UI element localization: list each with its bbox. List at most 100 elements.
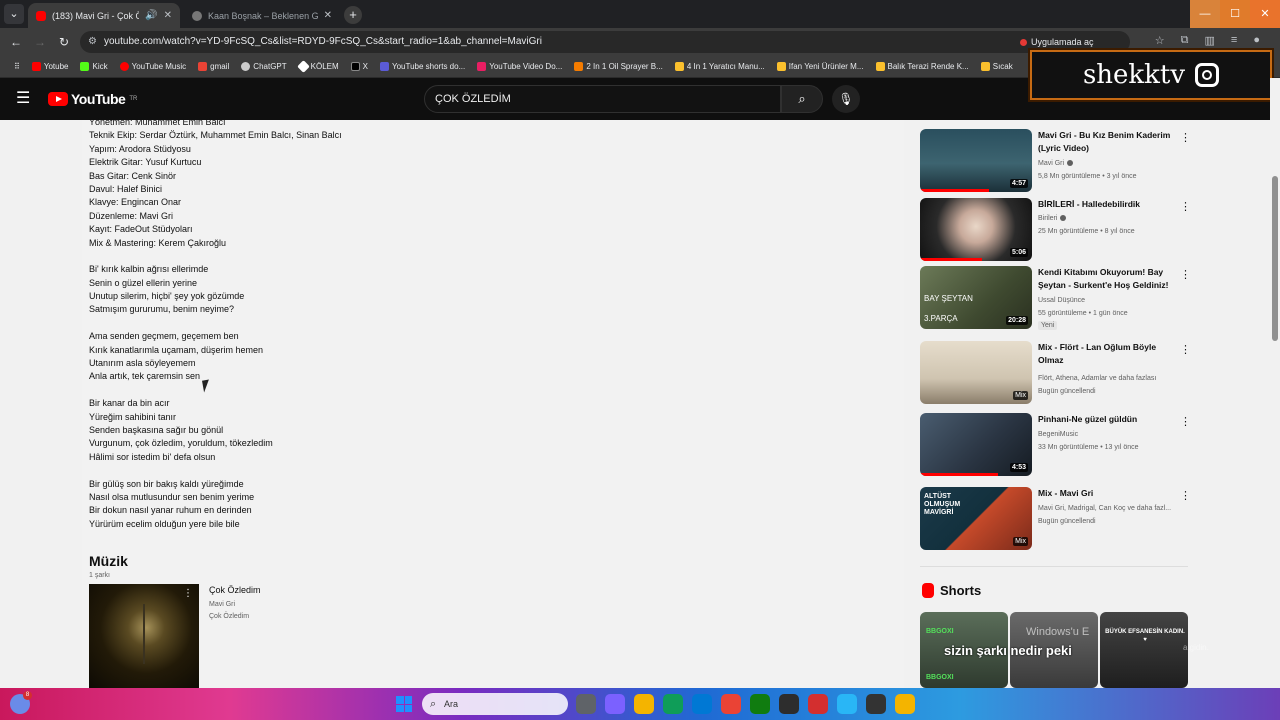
video-title[interactable]: Mix - Mavi Gri xyxy=(1038,487,1178,500)
music-artist[interactable]: Mavi Gri xyxy=(209,599,249,611)
bookmark-item[interactable]: ChatGPT xyxy=(235,62,292,71)
search-icon[interactable]: ⌕ xyxy=(781,85,823,113)
taskbar-app-icon[interactable] xyxy=(895,694,915,714)
video-title[interactable]: Mavi Gri - Bu Kız Benim Kaderim (Lyric V… xyxy=(1038,129,1178,155)
taskbar-app-icon[interactable] xyxy=(634,694,654,714)
bookmark-item[interactable]: Balık Terazi Rende K... xyxy=(870,62,975,71)
close-tab-icon[interactable]: ✕ xyxy=(164,10,172,21)
video-title[interactable]: BİRİLERİ - Halledebilirdik xyxy=(1038,198,1178,211)
forward-icon[interactable]: → xyxy=(32,34,48,50)
tab-title: Kaan Boşnak – Beklenen Gemi xyxy=(208,10,318,21)
taskbar-app-icon[interactable] xyxy=(576,694,596,714)
taskbar-app-icon[interactable] xyxy=(750,694,770,714)
video-title[interactable]: Mix - Flört - Lan Oğlum Böyle Olmaz xyxy=(1038,341,1178,367)
bookmark-item[interactable]: YouTube shorts do... xyxy=(374,62,471,71)
video-channel[interactable]: Mavi Gri xyxy=(1038,157,1188,170)
sidebar-video[interactable]: BAY ŞEYTAN 3.PARÇA 20:28 Kendi Kitabımı … xyxy=(920,266,1191,330)
back-icon[interactable]: ← xyxy=(8,34,24,50)
music-thumbnail[interactable]: ⋮ xyxy=(89,584,199,688)
start-icon[interactable] xyxy=(396,696,412,712)
bookmark-star-icon[interactable]: ☆ xyxy=(1155,34,1165,47)
sidebar-video[interactable]: 5:06 BİRİLERİ - Halledebilirdik Birileri… xyxy=(920,198,1191,262)
video-thumbnail[interactable]: BAY ŞEYTAN 3.PARÇA 20:28 xyxy=(920,266,1032,329)
description-line: Yürürüm ecelim olduğun yere bile bile xyxy=(89,518,240,529)
bookmark-item[interactable]: Kick xyxy=(74,62,113,71)
video-thumbnail[interactable]: 5:06 xyxy=(920,198,1032,261)
bookmark-item[interactable]: KÖLEM xyxy=(293,60,345,73)
taskbar-app-icon[interactable] xyxy=(605,694,625,714)
sidebar-mix[interactable]: Mix Mix - Flört - Lan Oğlum Böyle Olmaz … xyxy=(920,341,1191,405)
video-channel[interactable]: Ussal Düşünce xyxy=(1038,294,1188,307)
page-scrollbar[interactable] xyxy=(1270,78,1280,688)
description-gap xyxy=(89,464,689,477)
bookmark-item[interactable]: YouTube Video Do... xyxy=(471,62,568,71)
speaker-icon[interactable]: 🔊 xyxy=(145,10,157,21)
bookmark-item[interactable]: X xyxy=(345,62,374,71)
minimize-button[interactable]: — xyxy=(1190,0,1220,28)
bookmark-item[interactable]: Ifan Yeni Ürünler M... xyxy=(771,62,870,71)
video-channel[interactable]: Mavi Gri, Madrigal, Can Koç ve daha fazl… xyxy=(1038,502,1188,515)
close-window-button[interactable]: ✕ xyxy=(1250,0,1280,28)
bookmark-favicon-icon xyxy=(875,62,885,71)
short-item[interactable] xyxy=(1100,612,1188,688)
bookmark-item[interactable]: gmail xyxy=(192,62,235,71)
profile-icon[interactable]: ● xyxy=(1253,34,1260,47)
bookmark-item[interactable]: Sıcak xyxy=(975,62,1019,71)
music-track-title[interactable]: Çok Özledim xyxy=(209,585,261,595)
bookmark-item[interactable]: 2 In 1 Oil Sprayer B... xyxy=(568,62,668,71)
description-line: Ama senden geçmem, geçemem ben xyxy=(89,331,239,342)
taskbar-app-icon[interactable] xyxy=(779,694,799,714)
site-info-icon[interactable]: ⚙ xyxy=(88,31,97,53)
taskbar-search-input[interactable]: Ara xyxy=(422,693,568,715)
video-thumbnail[interactable]: 4:53 xyxy=(920,413,1032,476)
tab-inactive[interactable]: Kaan Boşnak – Beklenen Gemi ✕ xyxy=(184,3,340,28)
close-tab-icon[interactable]: ✕ xyxy=(324,10,332,21)
extensions-icon[interactable]: ⧉ xyxy=(1181,34,1189,47)
more-options-icon[interactable]: ⋮ xyxy=(1180,131,1191,144)
bookmark-item[interactable]: 4 In 1 Yaratıcı Manu... xyxy=(669,62,771,71)
video-channel[interactable]: Flört, Athena, Adamlar ve daha fazlası xyxy=(1038,372,1188,385)
video-thumbnail[interactable]: Mix xyxy=(920,341,1032,404)
video-channel[interactable]: Birileri xyxy=(1038,212,1188,225)
reading-list-icon[interactable]: ≡ xyxy=(1231,34,1237,47)
video-title[interactable]: Pinhani-Ne güzel güldün xyxy=(1038,413,1178,426)
open-in-app-button[interactable]: Uygulamada aç xyxy=(1016,34,1098,50)
taskbar-app-icon[interactable] xyxy=(837,694,857,714)
video-title[interactable]: Kendi Kitabımı Okuyorum! Bay Şeytan - Su… xyxy=(1038,266,1178,292)
reload-icon[interactable]: ↻ xyxy=(56,34,72,50)
taskbar-app-icon[interactable] xyxy=(721,694,741,714)
more-options-icon[interactable]: ⋮ xyxy=(1180,415,1191,428)
sidebar-mix[interactable]: ALTÜST OLMUŞUM MAVİGRİ Mix Mix - Mavi Gr… xyxy=(920,487,1191,551)
tab-search-button[interactable]: ⌄ xyxy=(4,4,24,24)
more-options-icon[interactable]: ⋮ xyxy=(1180,343,1191,356)
new-tab-button[interactable]: + xyxy=(344,6,362,24)
weather-icon[interactable]: 8 xyxy=(10,691,32,714)
url-input[interactable]: ⚙ youtube.com/watch?v=YD-9FcSQ_Cs&list=R… xyxy=(80,31,1130,53)
bookmark-favicon-icon xyxy=(241,62,251,71)
video-channel[interactable]: BegeniMusic xyxy=(1038,428,1188,441)
sidebar-video[interactable]: 4:57 Mavi Gri - Bu Kız Benim Kaderim (Ly… xyxy=(920,129,1191,193)
sidebar-icon[interactable]: ▥ xyxy=(1205,34,1215,47)
scrollbar-thumb[interactable] xyxy=(1272,176,1278,341)
microphone-icon[interactable]: 🎙 xyxy=(832,85,860,113)
tab-active[interactable]: (183) Mavi Gri - Çok Özledim 🔊 ✕ xyxy=(28,3,180,28)
sidebar-video[interactable]: 4:53 Pinhani-Ne güzel güldün BegeniMusic… xyxy=(920,413,1191,477)
more-options-icon[interactable]: ⋮ xyxy=(1180,268,1191,281)
taskbar-app-icon[interactable] xyxy=(808,694,828,714)
menu-icon[interactable]: ☰ xyxy=(16,90,34,108)
more-options-icon[interactable]: ⋮ xyxy=(1180,489,1191,502)
more-options-icon[interactable]: ⋮ xyxy=(183,588,193,599)
bookmark-item[interactable]: YouTube Music xyxy=(114,62,193,71)
apps-grid-icon[interactable]: ⠿ xyxy=(8,62,26,71)
video-thumbnail[interactable]: ALTÜST OLMUŞUM MAVİGRİ Mix xyxy=(920,487,1032,550)
more-options-icon[interactable]: ⋮ xyxy=(1180,200,1191,213)
music-album[interactable]: Çok Özledim xyxy=(209,611,249,623)
search-input[interactable]: ÇOK ÖZLEDİM xyxy=(424,85,781,113)
taskbar-app-icon[interactable] xyxy=(692,694,712,714)
taskbar-app-icon[interactable] xyxy=(663,694,683,714)
bookmark-item[interactable]: Yotube xyxy=(26,62,75,71)
youtube-logo[interactable]: YouTube TR xyxy=(48,91,137,107)
maximize-button[interactable]: ☐ xyxy=(1220,0,1250,28)
taskbar-app-icon[interactable] xyxy=(866,694,886,714)
video-thumbnail[interactable]: 4:57 xyxy=(920,129,1032,192)
